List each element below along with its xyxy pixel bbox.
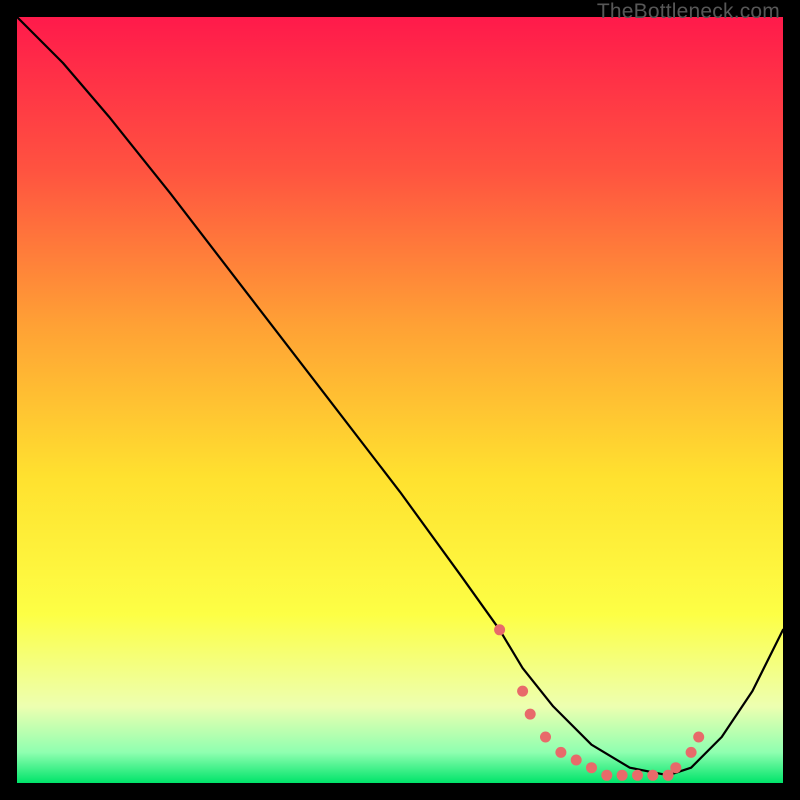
chart-background bbox=[17, 17, 783, 783]
marker-dot bbox=[686, 747, 697, 758]
watermark-text: TheBottleneck.com bbox=[597, 0, 780, 24]
marker-dot bbox=[632, 770, 643, 781]
marker-dot bbox=[693, 732, 704, 743]
marker-dot bbox=[494, 624, 505, 635]
chart-frame bbox=[17, 17, 783, 783]
marker-dot bbox=[540, 732, 551, 743]
marker-dot bbox=[601, 770, 612, 781]
marker-dot bbox=[517, 686, 528, 697]
chart-plot bbox=[17, 17, 783, 783]
marker-dot bbox=[555, 747, 566, 758]
marker-dot bbox=[571, 755, 582, 766]
marker-dot bbox=[647, 770, 658, 781]
marker-dot bbox=[670, 762, 681, 773]
marker-dot bbox=[586, 762, 597, 773]
marker-dot bbox=[525, 709, 536, 720]
marker-dot bbox=[617, 770, 628, 781]
